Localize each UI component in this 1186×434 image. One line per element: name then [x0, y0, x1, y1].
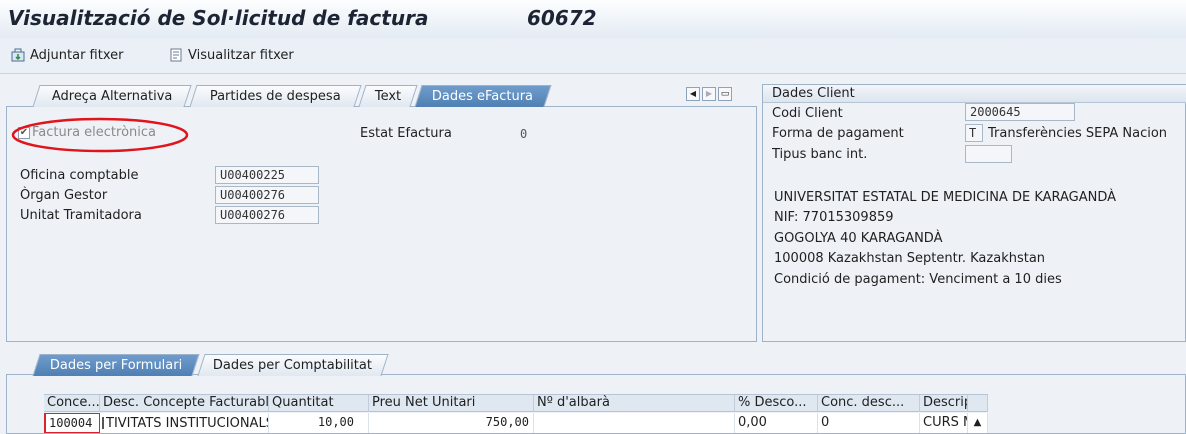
codi-client-field[interactable]: 2000645 — [965, 103, 1075, 121]
tab-text[interactable]: Text — [358, 85, 418, 107]
tab-dades-comptabilitat[interactable]: Dades per Comptabilitat — [197, 354, 389, 376]
tipus-banc-field[interactable] — [965, 145, 1012, 163]
organ-gestor-label: Òrgan Gestor — [20, 188, 108, 203]
client-address-line: UNIVERSITAT ESTATAL DE MEDICINA DE KARAG… — [774, 190, 1117, 205]
unit-price-cell[interactable]: 750,00 — [369, 413, 534, 433]
client-address-line: GOGOLYA 40 KARAGANDÀ — [774, 231, 943, 246]
attach-file-button[interactable]: Adjuntar fitxer — [10, 45, 123, 65]
column-header[interactable]: Nº d'albarà — [534, 395, 735, 412]
column-header[interactable]: Preu Net Unitari — [369, 395, 534, 412]
column-header[interactable]: % Desco... — [735, 395, 818, 412]
estat-efactura-value: 0 — [520, 127, 528, 141]
client-address-line: Condició de pagament: Venciment a 10 die… — [774, 272, 1062, 287]
view-file-button[interactable]: Visualitzar fitxer — [168, 45, 294, 65]
document-icon — [102, 417, 104, 429]
tab-adreca-alternativa[interactable]: Adreça Alternativa — [32, 85, 192, 107]
scroll-right-icon[interactable]: ▶ — [702, 87, 716, 101]
unitat-tramitadora-label: Unitat Tramitadora — [20, 208, 142, 223]
attach-file-label: Adjuntar fitxer — [30, 47, 124, 63]
column-header[interactable]: Quantitat — [269, 395, 369, 412]
document-icon — [170, 48, 182, 62]
concept-desc-cell[interactable]: TIVITATS INSTITUCIONALS. CURSOS — [100, 413, 269, 433]
client-panel-title: Dades Client — [772, 86, 855, 101]
codi-client-label: Codi Client — [772, 106, 843, 121]
table-header: Conce... Desc. Concepte Facturable Quant… — [44, 394, 988, 412]
view-file-label: Visualitzar fitxer — [188, 47, 294, 63]
scroll-left-icon[interactable]: ◀ — [686, 87, 700, 101]
description-cell[interactable]: CURS M — [920, 413, 968, 433]
table-row[interactable]: 100004 TIVITATS INSTITUCIONALS. CURSOS 1… — [44, 413, 988, 433]
tab-list-icon[interactable]: ▭ — [718, 87, 732, 101]
concept-code-cell[interactable]: 100004 — [44, 413, 100, 433]
scroll-up-icon[interactable]: ▲ — [968, 413, 988, 433]
discount-percent-cell[interactable]: 0,00 — [735, 413, 818, 433]
highlight-ellipse — [11, 117, 189, 153]
albara-cell[interactable] — [534, 413, 735, 433]
tab-scroll-controls: ◀ ▶ ▭ — [686, 87, 732, 101]
tab-dades-efactura[interactable]: Dades eFactura — [414, 85, 552, 107]
oficina-comptable-label: Oficina comptable — [20, 168, 139, 183]
quantity-cell[interactable]: 10,00 — [269, 413, 369, 433]
forma-pagament-value: Transferències SEPA Nacion — [988, 126, 1168, 141]
attach-icon — [11, 48, 25, 62]
column-settings-icon[interactable] — [968, 395, 988, 412]
unitat-tramitadora-field[interactable]: U00400276 — [215, 206, 319, 224]
oficina-comptable-field[interactable]: U00400225 — [215, 166, 319, 184]
page-title: Visualització de Sol·licitud de factura — [8, 6, 429, 30]
forma-pagament-code[interactable]: T — [965, 124, 983, 142]
request-number: 60672 — [527, 6, 597, 30]
column-header[interactable]: Conce... — [44, 395, 100, 412]
client-address-line: NIF: 77015309859 — [774, 210, 894, 225]
estat-efactura-label: Estat Efactura — [360, 126, 452, 141]
tipus-banc-label: Tipus banc int. — [772, 147, 868, 162]
column-header[interactable]: Conc. desc... — [818, 395, 920, 412]
forma-pagament-label: Forma de pagament — [772, 126, 904, 141]
column-header[interactable]: Desc. Concepte Facturable — [100, 395, 269, 412]
organ-gestor-field[interactable]: U00400276 — [215, 186, 319, 204]
tab-dades-formulari[interactable]: Dades per Formulari — [32, 354, 200, 376]
column-header[interactable]: Descripc — [920, 395, 968, 412]
concept-desc-text: TIVITATS INSTITUCIONALS. CURSOS — [106, 415, 269, 431]
client-address-line: 100008 Kazakhstan Septentr. Kazakhstan — [774, 251, 1046, 266]
tab-partides-despesa[interactable]: Partides de despesa — [189, 85, 362, 107]
discount-concept-cell[interactable]: 0 — [818, 413, 920, 433]
